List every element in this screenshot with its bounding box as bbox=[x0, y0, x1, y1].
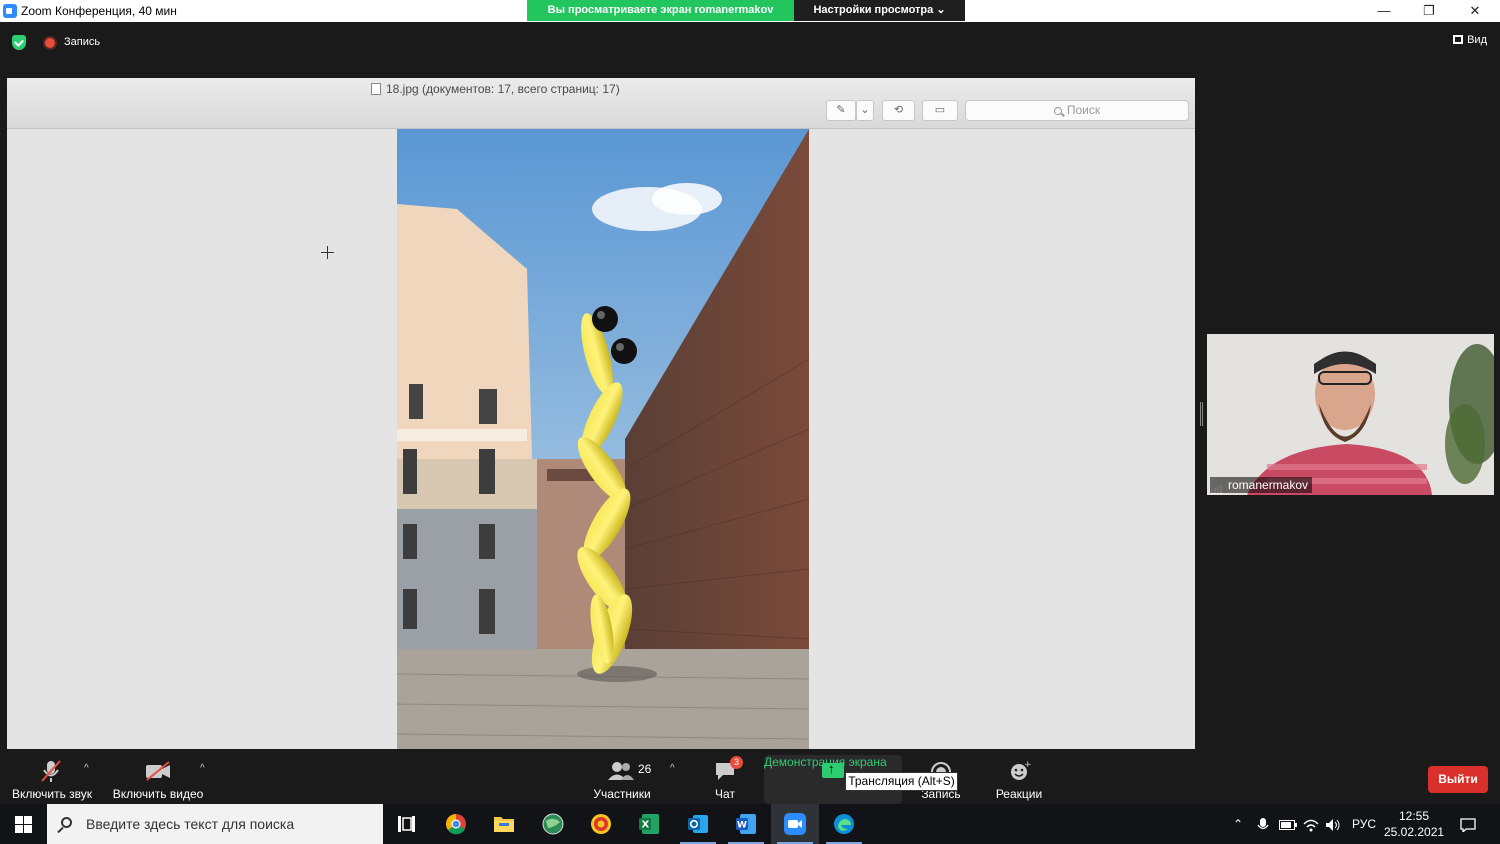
markup-dropdown-chevron-icon[interactable]: ⌄ bbox=[856, 100, 874, 121]
microphone-tray-icon[interactable] bbox=[1257, 804, 1269, 844]
share-screen-icon bbox=[822, 761, 844, 778]
taskbar-search-placeholder: Введите здесь текст для поиска bbox=[86, 816, 295, 832]
participants-button[interactable]: 26 Участники bbox=[588, 749, 656, 804]
chrome-taskbar-button[interactable] bbox=[432, 804, 480, 844]
excel-icon: X bbox=[639, 814, 659, 834]
participants-options-chevron-icon[interactable]: ^ bbox=[670, 763, 675, 774]
chat-unread-badge: 3 bbox=[730, 756, 743, 769]
language-indicator[interactable]: РУС bbox=[1352, 804, 1376, 844]
search-icon bbox=[1053, 107, 1062, 115]
participants-label: Участники bbox=[593, 787, 651, 801]
windows-logo-icon bbox=[15, 816, 32, 833]
volume-icon[interactable] bbox=[1325, 804, 1341, 844]
task-view-button[interactable] bbox=[383, 804, 431, 844]
globe-app-icon bbox=[542, 813, 564, 835]
markup-pen-button[interactable]: ✎ bbox=[826, 100, 856, 121]
battery-icon[interactable] bbox=[1279, 804, 1297, 844]
windows-taskbar: Введите здесь текст для поиска X W ⌃ РУС… bbox=[0, 804, 1500, 844]
recording-dot-icon bbox=[45, 38, 55, 48]
edge-taskbar-button[interactable] bbox=[820, 804, 868, 844]
toolbox-button[interactable]: ▭ bbox=[922, 100, 958, 121]
start-video-label: Включить видео bbox=[112, 787, 204, 801]
start-button[interactable] bbox=[0, 804, 47, 844]
close-button[interactable]: ✕ bbox=[1452, 0, 1498, 22]
video-off-icon bbox=[146, 761, 170, 781]
reactions-label: Реакции bbox=[995, 787, 1043, 801]
svg-text:+: + bbox=[1024, 760, 1031, 770]
reactions-button[interactable]: + Реакции bbox=[990, 749, 1048, 804]
preview-search-placeholder: Поиск bbox=[1066, 103, 1101, 117]
edge-icon bbox=[834, 814, 854, 834]
window-titlebar: Zoom Конференция, 40 мин Вы просматривае… bbox=[0, 0, 1500, 22]
outlook-icon bbox=[688, 815, 708, 833]
participants-icon bbox=[608, 762, 634, 780]
svg-text:X: X bbox=[642, 820, 650, 831]
smiley-plus-icon: + bbox=[1011, 760, 1031, 780]
wifi-icon[interactable] bbox=[1303, 804, 1319, 844]
clock-date: 25.02.2021 bbox=[1384, 825, 1445, 839]
taskbar-clock[interactable]: 12:55 25.02.2021 bbox=[1384, 808, 1444, 840]
file-explorer-taskbar-button[interactable] bbox=[480, 804, 528, 844]
clock-time: 12:55 bbox=[1398, 809, 1430, 823]
preview-toolbar: 18.jpg (документов: 17, всего страниц: 1… bbox=[7, 78, 1195, 129]
rotate-button[interactable]: ⟲ bbox=[882, 100, 915, 121]
restore-button[interactable]: ❐ bbox=[1406, 0, 1452, 22]
notifications-icon[interactable] bbox=[1460, 804, 1476, 844]
audio-options-chevron-icon[interactable]: ^ bbox=[84, 763, 89, 774]
zoom-app-icon bbox=[3, 4, 17, 18]
word-taskbar-button[interactable]: W bbox=[722, 804, 770, 844]
shared-screen: 18.jpg (документов: 17, всего страниц: 1… bbox=[7, 78, 1195, 749]
chrome-icon bbox=[446, 814, 466, 835]
recording-indicator-label: Запись bbox=[64, 36, 101, 48]
crosshair-cursor-icon bbox=[321, 246, 334, 259]
search-icon bbox=[61, 817, 72, 828]
view-settings-button[interactable]: Настройки просмотра ⌄ bbox=[794, 0, 965, 21]
gallery-grid-icon bbox=[1453, 35, 1464, 44]
share-tooltip: Трансляция (Alt+S) bbox=[845, 772, 958, 791]
taskbar-search-box[interactable]: Введите здесь текст для поиска bbox=[47, 804, 383, 844]
leave-button[interactable]: Выйти bbox=[1428, 766, 1488, 793]
muted-microphone-icon bbox=[41, 760, 61, 782]
viewing-screen-label: Вы просматриваете экран romanermakov bbox=[527, 0, 794, 21]
chat-label: Чат bbox=[715, 787, 735, 801]
photo-illustration bbox=[397, 129, 809, 749]
zoom-taskbar-button[interactable] bbox=[771, 804, 819, 844]
excel-taskbar-button[interactable]: X bbox=[625, 804, 673, 844]
participant-video-feed bbox=[1207, 334, 1494, 495]
participant-name: romanermakov bbox=[1210, 477, 1313, 493]
view-button[interactable]: Вид bbox=[1453, 34, 1487, 46]
participants-count: 26 bbox=[638, 762, 652, 776]
video-options-chevron-icon[interactable]: ^ bbox=[200, 763, 205, 774]
sculpture-photo bbox=[397, 129, 809, 749]
document-title-text: 18.jpg (документов: 17, всего страниц: 1… bbox=[386, 82, 620, 96]
document-title: 18.jpg (документов: 17, всего страниц: 1… bbox=[371, 82, 620, 96]
svg-text:W: W bbox=[737, 821, 747, 831]
folder-icon bbox=[494, 817, 514, 832]
outlook-taskbar-button[interactable] bbox=[674, 804, 722, 844]
word-icon: W bbox=[736, 814, 756, 834]
unmute-label: Включить звук bbox=[11, 787, 93, 801]
1c-app-taskbar-button[interactable] bbox=[577, 804, 625, 844]
file-icon bbox=[371, 83, 381, 95]
panel-resize-handle[interactable] bbox=[1200, 402, 1203, 426]
unmute-button[interactable]: Включить звук bbox=[8, 749, 96, 804]
participant-video-tile[interactable]: romanermakov bbox=[1207, 334, 1494, 495]
preview-search-field[interactable]: Поиск bbox=[965, 100, 1189, 121]
meeting-topbar: Запись Вид bbox=[0, 22, 1500, 62]
minimize-button[interactable]: — bbox=[1361, 0, 1407, 22]
start-video-button[interactable]: Включить видео bbox=[110, 749, 206, 804]
meeting-controls: Включить звук ^ Включить видео ^ 26 Учас… bbox=[0, 749, 1500, 804]
1c-app-icon bbox=[591, 814, 611, 834]
maps-app-taskbar-button[interactable] bbox=[529, 804, 577, 844]
security-shield-icon[interactable] bbox=[12, 35, 26, 50]
share-banner: Вы просматриваете экран romanermakov Нас… bbox=[527, 0, 965, 21]
zoom-icon bbox=[784, 813, 806, 835]
tray-overflow-chevron-icon[interactable]: ⌃ bbox=[1233, 804, 1243, 844]
view-label: Вид bbox=[1467, 34, 1487, 46]
window-title: Zoom Конференция, 40 мин bbox=[21, 4, 177, 18]
task-view-icon bbox=[398, 816, 415, 832]
